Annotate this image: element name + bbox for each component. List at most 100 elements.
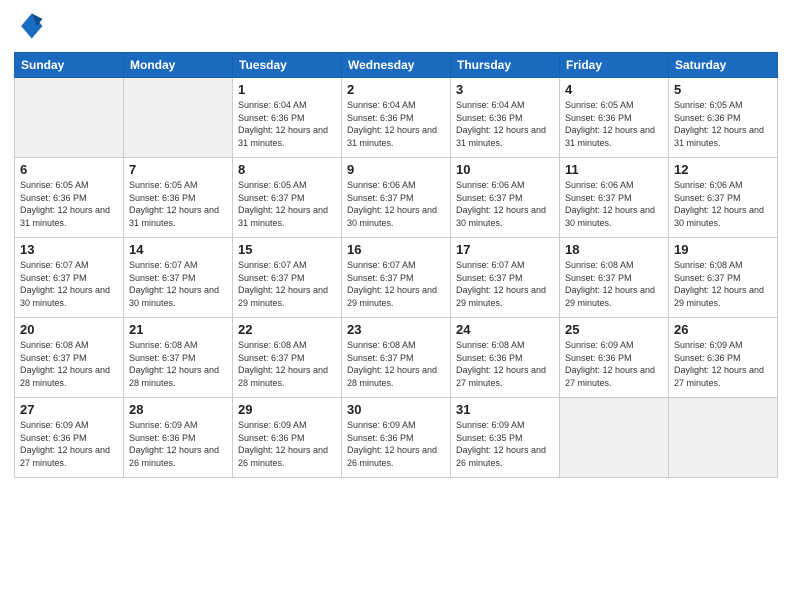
day-cell: 24 Sunrise: 6:08 AMSunset: 6:36 PMDayligh…: [451, 318, 560, 398]
day-info: Sunrise: 6:05 AMSunset: 6:36 PMDaylight:…: [20, 179, 118, 229]
day-number: 3: [456, 82, 554, 97]
day-number: 9: [347, 162, 445, 177]
day-number: 30: [347, 402, 445, 417]
weekday-header-thursday: Thursday: [451, 53, 560, 78]
day-cell: 17 Sunrise: 6:07 AMSunset: 6:37 PMDayligh…: [451, 238, 560, 318]
weekday-header-sunday: Sunday: [15, 53, 124, 78]
day-info: Sunrise: 6:07 AMSunset: 6:37 PMDaylight:…: [456, 259, 554, 309]
week-row-2: 6Sunrise: 6:05 AMSunset: 6:36 PMDaylight…: [15, 158, 778, 238]
day-cell: 10Sunrise: 6:06 AMSunset: 6:37 PMDayligh…: [451, 158, 560, 238]
day-number: 14: [129, 242, 227, 257]
day-cell: 19Sunrise: 6:08 AMSunset: 6:37 PMDayligh…: [669, 238, 778, 318]
day-cell: [15, 78, 124, 158]
week-row-3: 13 Sunrise: 6:07 AMSunset: 6:37 PMDayligh…: [15, 238, 778, 318]
page: SundayMondayTuesdayWednesdayThursdayFrid…: [0, 0, 792, 612]
day-cell: 3 Sunrise: 6:04 AMSunset: 6:36 PMDaylight…: [451, 78, 560, 158]
day-number: 23: [347, 322, 445, 337]
day-cell: 26Sunrise: 6:09 AMSunset: 6:36 PMDayligh…: [669, 318, 778, 398]
day-cell: 20 Sunrise: 6:08 AMSunset: 6:37 PMDayligh…: [15, 318, 124, 398]
day-info: Sunrise: 6:09 AMSunset: 6:36 PMDaylight:…: [565, 339, 663, 389]
day-info: Sunrise: 6:09 AMSunset: 6:36 PMDaylight:…: [20, 419, 118, 469]
week-row-4: 20 Sunrise: 6:08 AMSunset: 6:37 PMDayligh…: [15, 318, 778, 398]
weekday-header-monday: Monday: [124, 53, 233, 78]
day-number: 8: [238, 162, 336, 177]
day-number: 13: [20, 242, 118, 257]
day-info: Sunrise: 6:08 AMSunset: 6:37 PMDaylight:…: [129, 339, 227, 389]
day-cell: 23 Sunrise: 6:08 AMSunset: 6:37 PMDayligh…: [342, 318, 451, 398]
day-cell: 29Sunrise: 6:09 AMSunset: 6:36 PMDayligh…: [233, 398, 342, 478]
day-cell: [560, 398, 669, 478]
day-cell: 6Sunrise: 6:05 AMSunset: 6:36 PMDaylight…: [15, 158, 124, 238]
week-row-1: 1 Sunrise: 6:04 AMSunset: 6:36 PMDaylight…: [15, 78, 778, 158]
day-number: 21: [129, 322, 227, 337]
day-number: 5: [674, 82, 772, 97]
day-number: 17: [456, 242, 554, 257]
day-info: Sunrise: 6:05 AMSunset: 6:37 PMDaylight:…: [238, 179, 336, 229]
day-cell: 25Sunrise: 6:09 AMSunset: 6:36 PMDayligh…: [560, 318, 669, 398]
day-info: Sunrise: 6:08 AMSunset: 6:37 PMDaylight:…: [238, 339, 336, 389]
day-cell: 5 Sunrise: 6:05 AMSunset: 6:36 PMDaylight…: [669, 78, 778, 158]
day-cell: 2Sunrise: 6:04 AMSunset: 6:36 PMDaylight…: [342, 78, 451, 158]
day-info: Sunrise: 6:04 AMSunset: 6:36 PMDaylight:…: [456, 99, 554, 149]
day-cell: 21 Sunrise: 6:08 AMSunset: 6:37 PMDayligh…: [124, 318, 233, 398]
day-info: Sunrise: 6:08 AMSunset: 6:36 PMDaylight:…: [456, 339, 554, 389]
day-info: Sunrise: 6:06 AMSunset: 6:37 PMDaylight:…: [565, 179, 663, 229]
day-info: Sunrise: 6:06 AMSunset: 6:37 PMDaylight:…: [456, 179, 554, 229]
weekday-header-saturday: Saturday: [669, 53, 778, 78]
weekday-header-row: SundayMondayTuesdayWednesdayThursdayFrid…: [15, 53, 778, 78]
day-info: Sunrise: 6:07 AMSunset: 6:37 PMDaylight:…: [238, 259, 336, 309]
day-cell: 4Sunrise: 6:05 AMSunset: 6:36 PMDaylight…: [560, 78, 669, 158]
day-number: 12: [674, 162, 772, 177]
day-number: 28: [129, 402, 227, 417]
day-info: Sunrise: 6:07 AMSunset: 6:37 PMDaylight:…: [129, 259, 227, 309]
day-cell: 30 Sunrise: 6:09 AMSunset: 6:36 PMDayligh…: [342, 398, 451, 478]
logo-icon: [14, 10, 46, 42]
day-cell: 15 Sunrise: 6:07 AMSunset: 6:37 PMDayligh…: [233, 238, 342, 318]
day-info: Sunrise: 6:09 AMSunset: 6:36 PMDaylight:…: [238, 419, 336, 469]
calendar-table: SundayMondayTuesdayWednesdayThursdayFrid…: [14, 52, 778, 478]
day-info: Sunrise: 6:07 AMSunset: 6:37 PMDaylight:…: [20, 259, 118, 309]
day-number: 24: [456, 322, 554, 337]
header: [14, 10, 778, 42]
day-info: Sunrise: 6:09 AMSunset: 6:36 PMDaylight:…: [347, 419, 445, 469]
day-info: Sunrise: 6:08 AMSunset: 6:37 PMDaylight:…: [674, 259, 772, 309]
day-info: Sunrise: 6:09 AMSunset: 6:36 PMDaylight:…: [129, 419, 227, 469]
day-info: Sunrise: 6:09 AMSunset: 6:35 PMDaylight:…: [456, 419, 554, 469]
day-cell: 27 Sunrise: 6:09 AMSunset: 6:36 PMDayligh…: [15, 398, 124, 478]
day-cell: 7Sunrise: 6:05 AMSunset: 6:36 PMDaylight…: [124, 158, 233, 238]
day-info: Sunrise: 6:05 AMSunset: 6:36 PMDaylight:…: [129, 179, 227, 229]
day-number: 15: [238, 242, 336, 257]
day-info: Sunrise: 6:08 AMSunset: 6:37 PMDaylight:…: [20, 339, 118, 389]
day-info: Sunrise: 6:09 AMSunset: 6:36 PMDaylight:…: [674, 339, 772, 389]
day-cell: 22 Sunrise: 6:08 AMSunset: 6:37 PMDayligh…: [233, 318, 342, 398]
day-cell: 14 Sunrise: 6:07 AMSunset: 6:37 PMDayligh…: [124, 238, 233, 318]
day-number: 11: [565, 162, 663, 177]
day-info: Sunrise: 6:08 AMSunset: 6:37 PMDaylight:…: [347, 339, 445, 389]
logo: [14, 10, 50, 42]
day-info: Sunrise: 6:07 AMSunset: 6:37 PMDaylight:…: [347, 259, 445, 309]
day-info: Sunrise: 6:04 AMSunset: 6:36 PMDaylight:…: [238, 99, 336, 149]
day-number: 27: [20, 402, 118, 417]
weekday-header-wednesday: Wednesday: [342, 53, 451, 78]
day-number: 1: [238, 82, 336, 97]
day-number: 20: [20, 322, 118, 337]
day-cell: 8 Sunrise: 6:05 AMSunset: 6:37 PMDaylight…: [233, 158, 342, 238]
day-cell: 28 Sunrise: 6:09 AMSunset: 6:36 PMDayligh…: [124, 398, 233, 478]
day-cell: 16 Sunrise: 6:07 AMSunset: 6:37 PMDayligh…: [342, 238, 451, 318]
day-cell: [669, 398, 778, 478]
day-number: 2: [347, 82, 445, 97]
weekday-header-friday: Friday: [560, 53, 669, 78]
day-cell: 1 Sunrise: 6:04 AMSunset: 6:36 PMDaylight…: [233, 78, 342, 158]
day-number: 4: [565, 82, 663, 97]
day-info: Sunrise: 6:05 AMSunset: 6:36 PMDaylight:…: [674, 99, 772, 149]
day-number: 16: [347, 242, 445, 257]
day-number: 31: [456, 402, 554, 417]
day-cell: 11 Sunrise: 6:06 AMSunset: 6:37 PMDayligh…: [560, 158, 669, 238]
day-info: Sunrise: 6:08 AMSunset: 6:37 PMDaylight:…: [565, 259, 663, 309]
day-number: 18: [565, 242, 663, 257]
day-cell: 31 Sunrise: 6:09 AMSunset: 6:35 PMDayligh…: [451, 398, 560, 478]
day-info: Sunrise: 6:06 AMSunset: 6:37 PMDaylight:…: [674, 179, 772, 229]
day-number: 22: [238, 322, 336, 337]
day-cell: [124, 78, 233, 158]
day-info: Sunrise: 6:06 AMSunset: 6:37 PMDaylight:…: [347, 179, 445, 229]
